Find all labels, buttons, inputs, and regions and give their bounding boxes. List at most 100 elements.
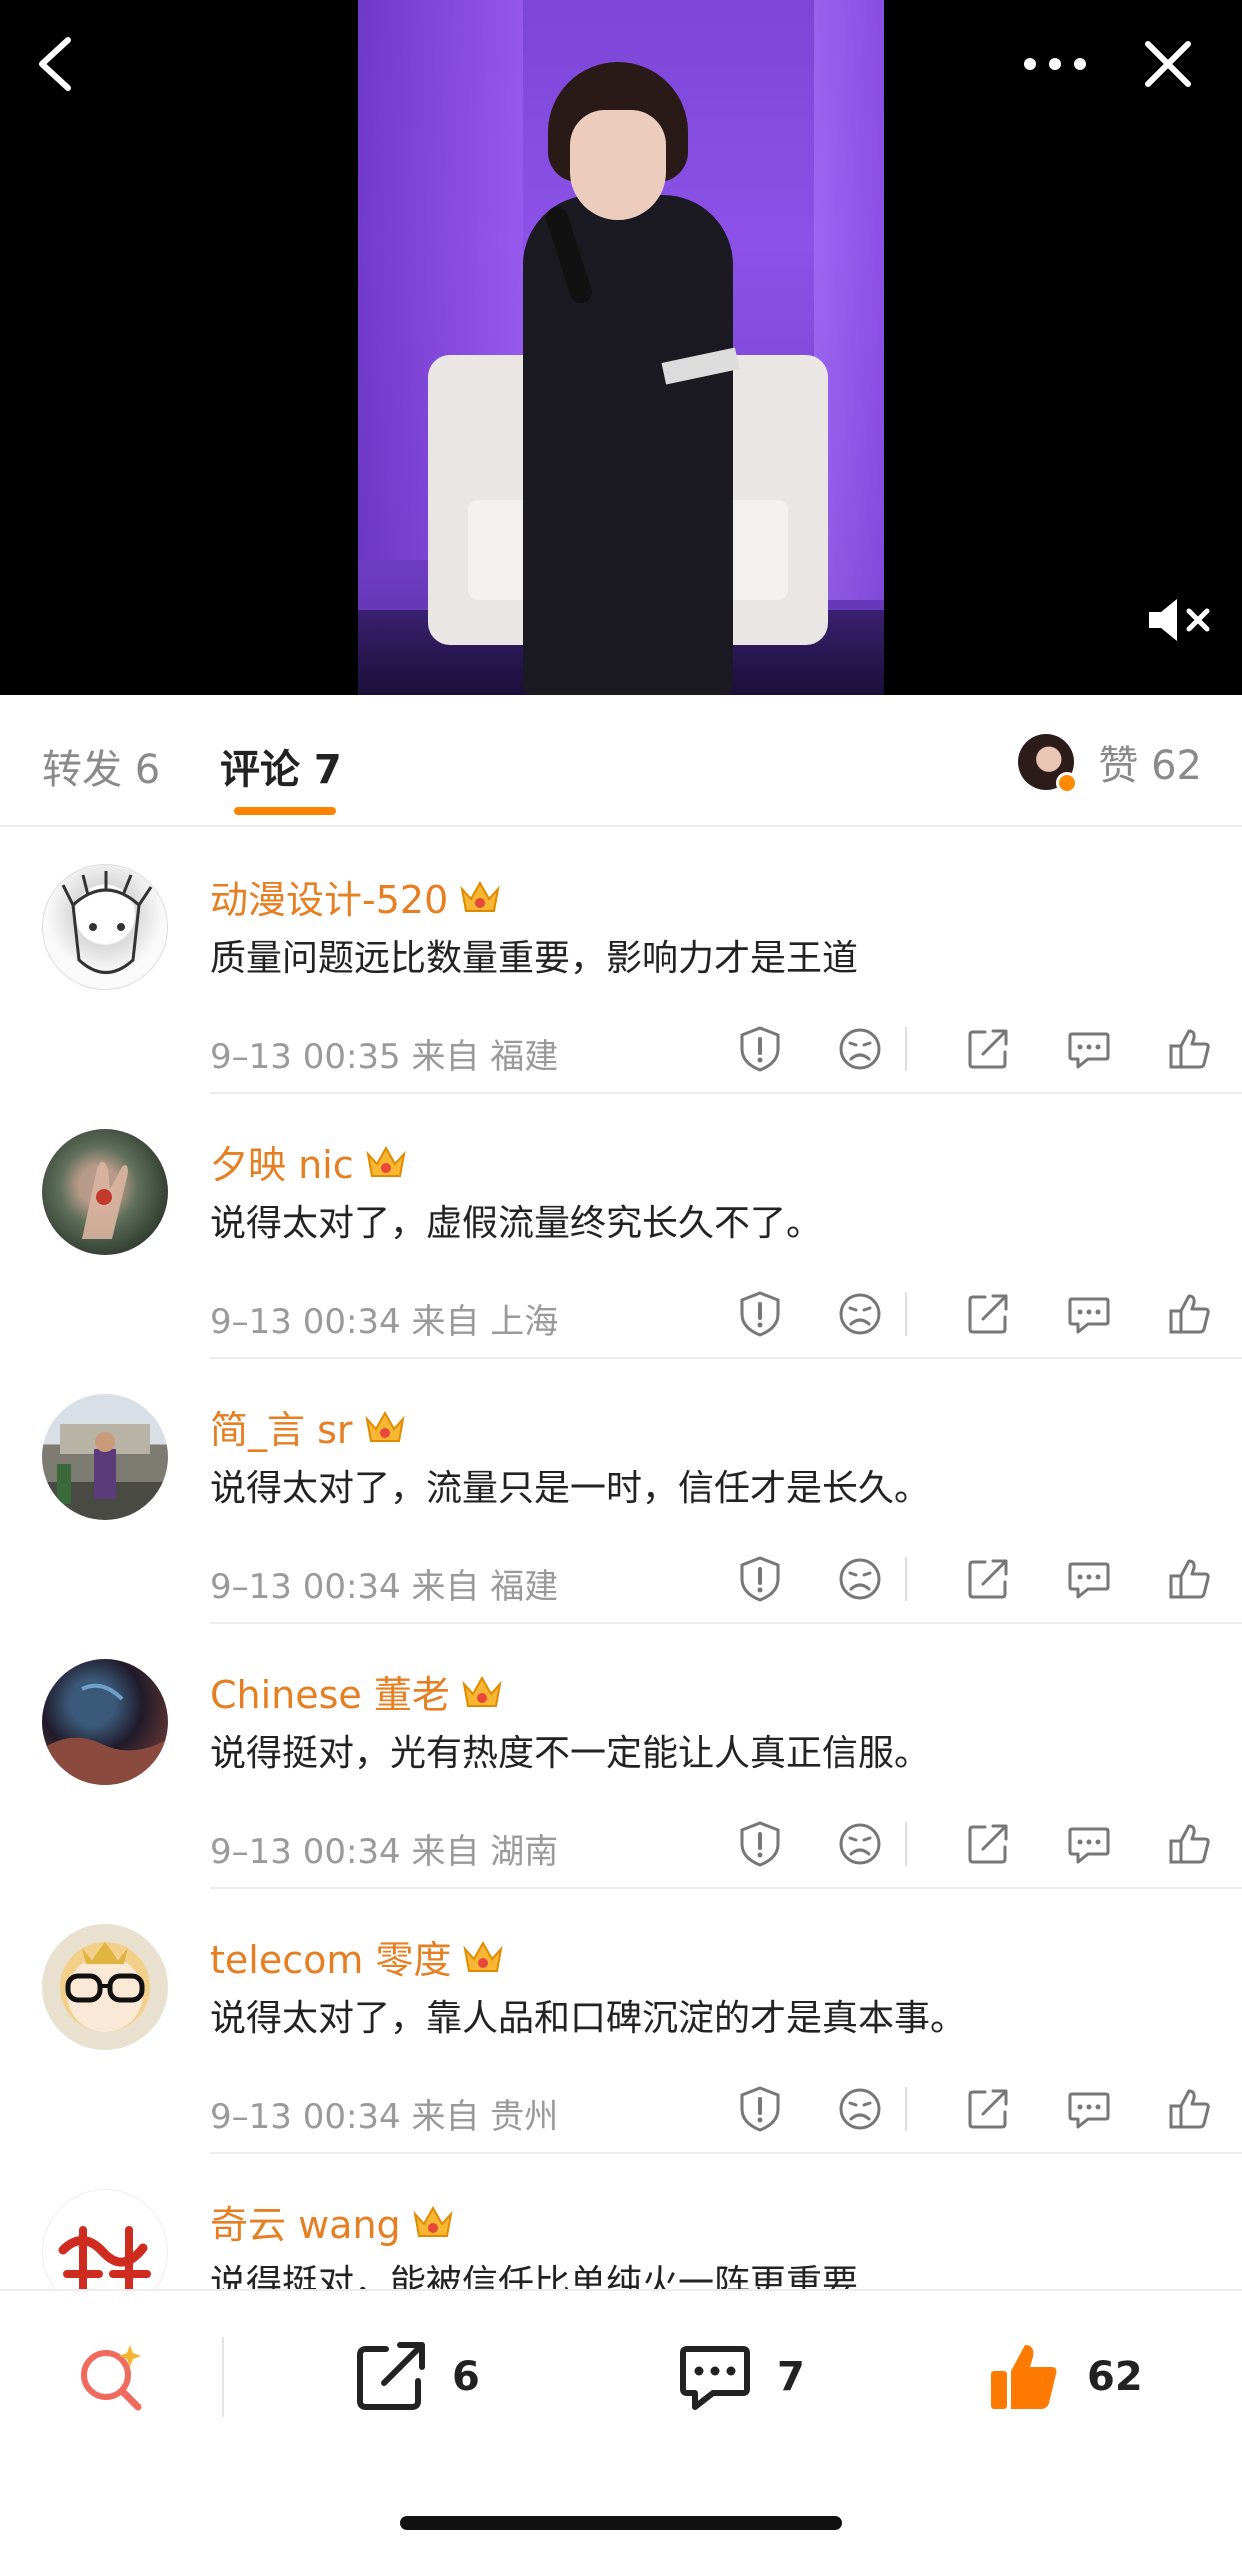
video-frame[interactable] <box>358 0 884 695</box>
comment-username[interactable]: 动漫设计-520 <box>210 869 502 924</box>
search-button[interactable] <box>72 2327 152 2427</box>
thumbs-up-icon <box>1169 1559 1210 1599</box>
tab-comment[interactable]: 评论 7 <box>220 737 342 795</box>
chevron-left-icon <box>39 37 71 91</box>
thumbs-up-icon <box>1169 1029 1210 1069</box>
username-text: telecom 零度 <box>210 1938 452 1982</box>
comment-text: 说得太对了，虚假流量终究长久不了。 <box>210 1203 823 1244</box>
avatar[interactable] <box>42 1924 168 2050</box>
video-player[interactable] <box>0 0 1242 695</box>
dislike-button[interactable] <box>832 2081 888 2137</box>
comment-text: 说得挺对，能被信任比单纯火一阵更重要 <box>210 2263 859 2289</box>
like-count: 62 <box>1087 2354 1143 2400</box>
comment-text: 质量问题远比数量重要，影响力才是王道 <box>210 938 859 979</box>
actions-divider <box>905 2087 907 2131</box>
reply-button[interactable] <box>1061 2081 1117 2137</box>
username-text: 奇云 wang <box>210 2203 401 2247</box>
back-button[interactable] <box>18 28 90 100</box>
comment-username[interactable]: 简_言 sr <box>210 1399 407 1454</box>
avatar[interactable] <box>42 1394 168 1520</box>
actions-divider <box>905 1292 907 1336</box>
comment-username[interactable]: Chinese 董老 <box>210 1664 504 1719</box>
comment-meta: 9–13 00:35 来自 福建 <box>210 1037 559 1077</box>
crown-badge-icon <box>364 1410 405 1442</box>
comment-actions <box>712 1547 1212 1611</box>
avatar[interactable] <box>42 1129 168 1255</box>
list-item: 夕映 nic 说得太对了，虚假流量终究长久不了。 9–13 00:34 来自 上… <box>0 1094 1242 1359</box>
active-tab-indicator <box>234 807 336 815</box>
thumbs-up-icon <box>1169 1824 1210 1864</box>
thumbs-up-icon <box>1169 1294 1210 1334</box>
reply-button[interactable] <box>1061 1551 1117 1607</box>
dislike-button[interactable] <box>832 1551 888 1607</box>
comment-button[interactable]: 7 <box>675 2327 805 2427</box>
search-icon <box>81 2345 142 2411</box>
crown-badge-icon <box>463 1940 504 1972</box>
reply-button[interactable] <box>1061 1816 1117 1872</box>
like-button[interactable] <box>1162 1286 1218 1342</box>
report-button[interactable] <box>732 2081 788 2137</box>
bar-divider <box>222 2337 224 2417</box>
interaction-tab-bar: 转发 6 评论 7 赞 62 <box>0 695 1242 827</box>
avatar[interactable] <box>42 864 168 990</box>
speaker-body <box>523 195 733 695</box>
repost-button[interactable]: 6 <box>350 2327 480 2427</box>
avatar <box>1018 734 1079 794</box>
share-button[interactable] <box>960 1286 1016 1342</box>
tab-likes[interactable]: 赞 62 <box>1098 733 1202 791</box>
home-indicator <box>400 2516 842 2530</box>
avatar[interactable] <box>42 1659 168 1785</box>
more-button[interactable] <box>1010 28 1100 100</box>
share-button[interactable] <box>960 1021 1016 1077</box>
like-button[interactable] <box>1162 1551 1218 1607</box>
username-text: 动漫设计-520 <box>210 878 449 922</box>
comment-count: 7 <box>777 2354 805 2400</box>
share-button[interactable] <box>960 2081 1016 2137</box>
comment-username[interactable]: telecom 零度 <box>210 1929 505 1984</box>
repost-icon <box>357 2342 425 2410</box>
warning-shield-icon <box>740 1556 780 1602</box>
avatar[interactable] <box>42 2189 168 2289</box>
actions-divider <box>905 1822 907 1866</box>
actions-divider <box>905 1027 907 1071</box>
speaker-face <box>570 110 666 220</box>
report-button[interactable] <box>732 1816 788 1872</box>
username-text: 简_言 sr <box>210 1408 353 1452</box>
comment-meta: 9–13 00:34 来自 湖南 <box>210 1832 559 1872</box>
likes-summary[interactable]: 赞 62 <box>1018 733 1202 794</box>
close-button[interactable] <box>1128 28 1208 100</box>
repost-count: 6 <box>452 2354 480 2400</box>
username-text: 夕映 nic <box>210 1143 354 1187</box>
report-button[interactable] <box>732 1551 788 1607</box>
comment-username[interactable]: 奇云 wang <box>210 2194 455 2249</box>
share-icon <box>968 1294 1008 1334</box>
mute-button[interactable] <box>1140 585 1220 655</box>
comment-username[interactable]: 夕映 nic <box>210 1134 408 1189</box>
sad-face-icon <box>839 1558 881 1600</box>
share-button[interactable] <box>960 1816 1016 1872</box>
comment-text: 说得太对了，流量只是一时，信任才是长久。 <box>210 1468 931 1509</box>
actions-divider <box>905 1557 907 1601</box>
report-button[interactable] <box>732 1021 788 1077</box>
like-button[interactable] <box>1162 1816 1218 1872</box>
bottom-action-bar: 6 7 62 <box>0 2289 1242 2554</box>
reply-button[interactable] <box>1061 1021 1117 1077</box>
tab-repost[interactable]: 转发 6 <box>42 737 160 795</box>
reply-button[interactable] <box>1061 1286 1117 1342</box>
warning-shield-icon <box>740 1291 780 1337</box>
comment-bubble-icon <box>1068 1297 1110 1334</box>
like-button[interactable]: 62 <box>985 2327 1143 2427</box>
speaker-muted-icon <box>1149 599 1210 641</box>
like-button[interactable] <box>1162 2081 1218 2137</box>
list-item: Chinese 董老 说得挺对，光有热度不一定能让人真正信服。 9–13 00:… <box>0 1624 1242 1889</box>
comment-actions <box>712 1282 1212 1346</box>
comment-bubble-icon <box>1068 1032 1110 1069</box>
verified-badge-icon <box>1056 772 1079 794</box>
dislike-button[interactable] <box>832 1816 888 1872</box>
report-button[interactable] <box>732 1286 788 1342</box>
dislike-button[interactable] <box>832 1021 888 1077</box>
comment-list[interactable]: 动漫设计-520 质量问题远比数量重要，影响力才是王道 9–13 00:35 来… <box>0 829 1242 2289</box>
dislike-button[interactable] <box>832 1286 888 1342</box>
share-button[interactable] <box>960 1551 1016 1607</box>
like-button[interactable] <box>1162 1021 1218 1077</box>
